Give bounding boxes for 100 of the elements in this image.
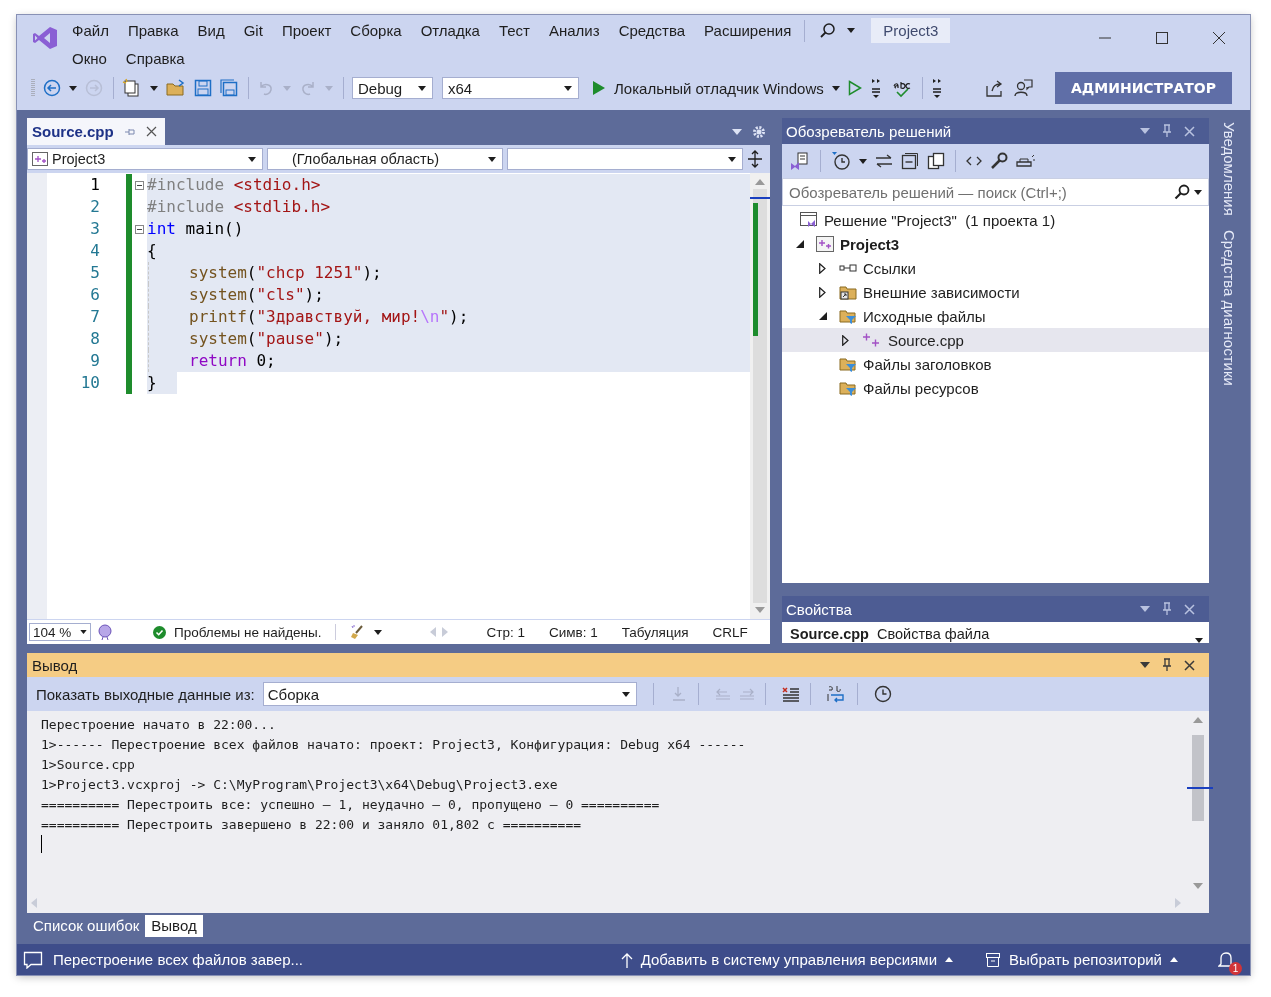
- output-source-dropdown[interactable]: Сборка: [262, 682, 637, 706]
- scrollbar-thumb[interactable]: [1192, 735, 1204, 821]
- share-icon[interactable]: [984, 78, 1005, 98]
- word-wrap-icon[interactable]: [826, 685, 847, 703]
- maximize-icon[interactable]: [1155, 31, 1169, 45]
- caret-icon[interactable]: [150, 85, 158, 91]
- folder-icon[interactable]: [166, 79, 186, 97]
- save-icon[interactable]: [194, 79, 212, 97]
- menu-item[interactable]: Средства: [618, 22, 686, 39]
- expanded-icon[interactable]: [796, 240, 804, 248]
- output-source-label: Показать выходные данные из:: [36, 685, 255, 703]
- panel-tab[interactable]: Вывод: [145, 915, 203, 937]
- search-field[interactable]: Обозреватель решений — поиск (Ctrl+;): [782, 178, 1209, 206]
- caret-icon[interactable]: [374, 629, 383, 635]
- caret-icon[interactable]: [69, 85, 77, 91]
- output-line: Перестроение начато в 22:00...: [41, 716, 277, 734]
- menu-item[interactable]: Окно: [72, 50, 107, 67]
- tree-item[interactable]: Файлы заголовков: [782, 352, 1209, 376]
- panel-tab[interactable]: Список ошибок: [27, 915, 146, 937]
- menu-item[interactable]: Анализ: [549, 22, 600, 39]
- clear-all-icon[interactable]: [781, 686, 800, 702]
- back-icon[interactable]: [43, 79, 61, 97]
- collapsed-icon[interactable]: [842, 334, 849, 346]
- caret-icon[interactable]: [1194, 189, 1202, 195]
- tree-item[interactable]: Исходные файлы: [782, 304, 1209, 328]
- collapse-icon[interactable]: [135, 180, 144, 190]
- scrollbar-track[interactable]: [753, 189, 767, 603]
- side-tab[interactable]: Уведомления: [1219, 118, 1240, 220]
- menu-item[interactable]: Справка: [125, 50, 185, 67]
- menu-item[interactable]: Отладка: [420, 22, 480, 39]
- pin-icon[interactable]: [1162, 658, 1172, 672]
- clock-icon[interactable]: [873, 685, 892, 703]
- dropdown-icon[interactable]: [1140, 606, 1150, 612]
- tree-item[interactable]: Внешние зависимости: [782, 280, 1209, 304]
- preview-icon[interactable]: [1016, 154, 1036, 168]
- menu-item[interactable]: Расширения: [704, 22, 792, 39]
- dropdown-icon[interactable]: [1140, 662, 1150, 668]
- sync-icon[interactable]: [875, 154, 893, 168]
- tree-item[interactable]: Ссылки: [782, 256, 1209, 280]
- menu-item[interactable]: Сборка: [350, 22, 402, 39]
- copy-icon[interactable]: [927, 152, 945, 170]
- menu-item[interactable]: Вид: [197, 22, 225, 39]
- line-ending-indicator[interactable]: CRLF: [712, 624, 748, 640]
- bell-icon[interactable]: [1218, 950, 1234, 969]
- split-icon[interactable]: [747, 150, 763, 168]
- tree-item[interactable]: Source.cpp: [782, 328, 1209, 352]
- menu-item[interactable]: Git: [243, 22, 263, 39]
- search-icon[interactable]: [819, 21, 838, 40]
- menu-item[interactable]: Правка: [127, 22, 179, 39]
- code-line: system("chcp 1251");: [189, 262, 382, 284]
- message-icon[interactable]: [23, 950, 43, 969]
- settings-icon[interactable]: [752, 124, 766, 139]
- zoom-dropdown[interactable]: 104 %: [29, 623, 91, 641]
- menu-item[interactable]: Тест: [498, 22, 530, 39]
- column-indicator[interactable]: Симв: 1: [548, 624, 598, 640]
- project-dropdown[interactable]: Project3: [27, 148, 263, 170]
- tree-item[interactable]: Решение "Project3" (1 проекта 1): [782, 208, 1209, 232]
- menu-item[interactable]: Проект: [281, 22, 332, 39]
- repository-button[interactable]: Выбрать репозиторий: [985, 951, 1178, 968]
- feedback-icon[interactable]: [1012, 78, 1033, 98]
- account-button[interactable]: АДМИНИСТРАТОР: [1054, 72, 1232, 104]
- line-number: 6: [89, 284, 100, 306]
- caret-icon: [1170, 957, 1178, 962]
- side-tab[interactable]: Средства диагностики: [1219, 225, 1240, 390]
- document-tab[interactable]: Source.cpp: [27, 118, 165, 145]
- line-number: 5: [89, 262, 100, 284]
- collapsed-icon[interactable]: [819, 286, 826, 298]
- history-icon[interactable]: [831, 151, 851, 171]
- dropdown-icon[interactable]: [1140, 128, 1150, 134]
- tree-item[interactable]: Project3: [782, 232, 1209, 256]
- close-icon[interactable]: [145, 126, 157, 137]
- switch-views-icon[interactable]: [790, 151, 810, 171]
- panel-title: Вывод: [32, 656, 78, 674]
- close-icon[interactable]: [1212, 31, 1226, 45]
- scope-dropdown[interactable]: (Глобальная область): [267, 148, 503, 170]
- collapsed-icon[interactable]: [819, 262, 826, 274]
- filter-folder-icon: [839, 379, 857, 397]
- save-all-icon[interactable]: [220, 79, 238, 97]
- problems-status[interactable]: Проблемы не найдены.: [174, 624, 322, 640]
- line-indicator[interactable]: Стр: 1: [486, 624, 525, 640]
- object-dropdown[interactable]: Source.cpp Свойства файла: [782, 622, 1209, 643]
- source-control-button[interactable]: Добавить в систему управления версиями: [620, 951, 954, 968]
- new-project-icon[interactable]: [122, 78, 142, 98]
- indent-indicator[interactable]: Табуляция: [621, 624, 689, 640]
- run-icon[interactable]: [847, 80, 862, 96]
- caret-icon[interactable]: [859, 158, 867, 164]
- menu-item[interactable]: Файл: [72, 22, 109, 39]
- platform-dropdown[interactable]: x64: [442, 77, 579, 99]
- caret-icon[interactable]: [847, 28, 856, 33]
- tree-item[interactable]: Файлы ресурсов: [782, 376, 1209, 400]
- collapse-icon[interactable]: [135, 224, 144, 234]
- search-icon[interactable]: [1174, 184, 1190, 200]
- expanded-icon[interactable]: [819, 312, 827, 320]
- close-icon[interactable]: [1184, 659, 1195, 671]
- start-debugging-button[interactable]: Локальный отладчик Windows: [588, 79, 848, 97]
- code-icon[interactable]: [966, 155, 982, 167]
- project-name: Project3: [871, 18, 951, 43]
- configuration-dropdown[interactable]: Debug: [352, 77, 433, 99]
- dropdown-icon[interactable]: [732, 128, 742, 135]
- collapse-all-icon[interactable]: [901, 152, 919, 170]
